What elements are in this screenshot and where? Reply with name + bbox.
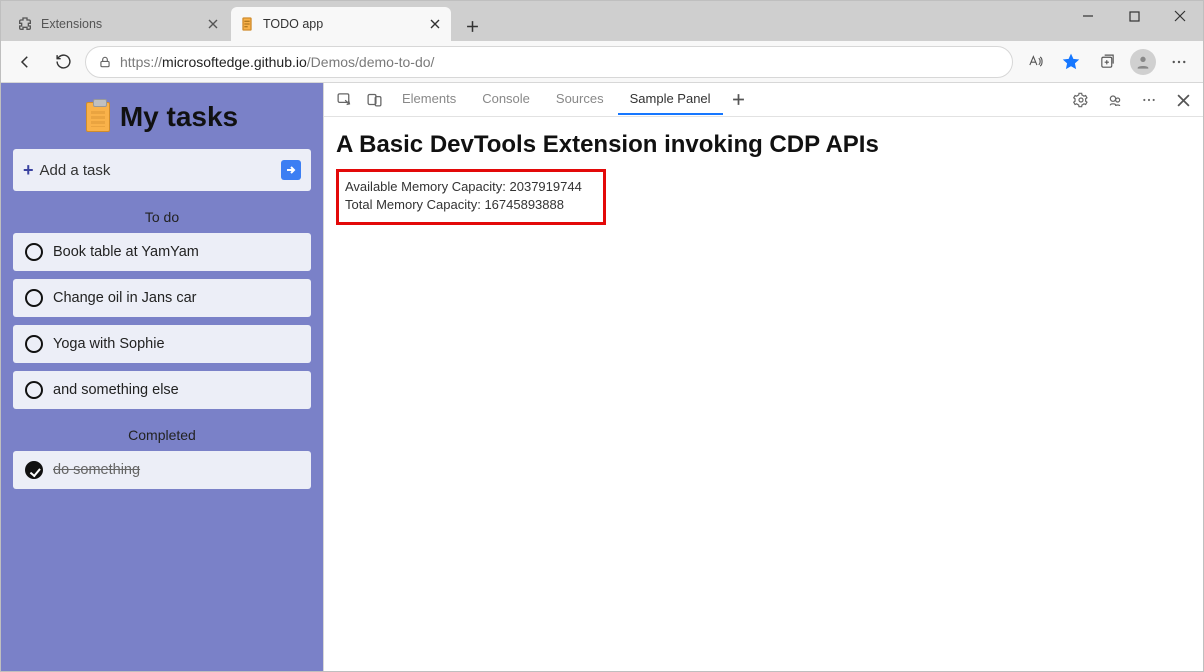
task-text: do something (53, 462, 140, 478)
task-checkbox[interactable] (25, 289, 43, 307)
avatar-icon (1130, 49, 1156, 75)
minimize-button[interactable] (1065, 1, 1111, 31)
document-icon (239, 16, 255, 32)
task-checkbox[interactable] (25, 335, 43, 353)
tab-title: Extensions (41, 17, 205, 31)
memory-readout-highlight: Available Memory Capacity: 2037919744 To… (336, 169, 606, 225)
todo-app: My tasks + Add a task To do Book table a… (1, 83, 323, 671)
task-text: and something else (53, 382, 179, 398)
page-title-text: My tasks (120, 101, 238, 133)
tab-title: TODO app (263, 17, 427, 31)
refresh-button[interactable] (47, 46, 79, 78)
task-text: Book table at YamYam (53, 244, 199, 260)
plus-icon: + (23, 160, 34, 181)
devtools-tab-elements[interactable]: Elements (390, 84, 468, 115)
window-controls (1065, 1, 1203, 41)
extension-heading: A Basic DevTools Extension invoking CDP … (336, 131, 1191, 159)
devtools-tab-console[interactable]: Console (470, 84, 542, 115)
address-bar[interactable]: https://microsoftedge.github.io/Demos/de… (85, 46, 1013, 78)
task-item-completed[interactable]: do something (13, 451, 311, 489)
total-memory-line: Total Memory Capacity: 16745893888 (345, 196, 591, 214)
device-toggle-button[interactable] (360, 86, 388, 114)
task-text: Yoga with Sophie (53, 336, 165, 352)
read-aloud-button[interactable] (1019, 46, 1051, 78)
task-item[interactable]: Yoga with Sophie (13, 325, 311, 363)
devtools-tab-sources[interactable]: Sources (544, 84, 616, 115)
favorite-button[interactable] (1055, 46, 1087, 78)
back-button[interactable] (9, 46, 41, 78)
browser-tab-extensions[interactable]: Extensions (9, 7, 229, 41)
task-checkbox[interactable] (25, 381, 43, 399)
add-task-button[interactable]: + Add a task (13, 149, 311, 191)
devtools-tabbar: Elements Console Sources Sample Panel (324, 83, 1203, 117)
devtools-panel: Elements Console Sources Sample Panel A … (323, 83, 1203, 671)
extension-icon (17, 16, 33, 32)
feedback-icon[interactable] (1101, 86, 1129, 114)
task-checkbox[interactable] (25, 243, 43, 261)
devtools-close-button[interactable] (1169, 86, 1197, 114)
page-title: My tasks (13, 101, 311, 133)
submit-icon[interactable] (281, 160, 301, 180)
devtools-add-tab-button[interactable] (725, 86, 753, 114)
collections-button[interactable] (1091, 46, 1123, 78)
close-tab-button[interactable] (427, 16, 443, 32)
profile-button[interactable] (1127, 46, 1159, 78)
new-tab-button[interactable] (457, 11, 487, 41)
devtools-content: A Basic DevTools Extension invoking CDP … (324, 117, 1203, 239)
add-task-label: Add a task (40, 162, 281, 179)
section-completed-heading: Completed (13, 427, 311, 443)
task-checkbox-checked[interactable] (25, 461, 43, 479)
browser-tabstrip: Extensions TODO app (1, 1, 1203, 41)
browser-toolbar: https://microsoftedge.github.io/Demos/de… (1, 41, 1203, 83)
devtools-tab-sample-panel[interactable]: Sample Panel (618, 84, 723, 115)
close-tab-button[interactable] (205, 16, 221, 32)
more-button[interactable] (1163, 46, 1195, 78)
task-text: Change oil in Jans car (53, 290, 196, 306)
lock-icon (98, 55, 112, 69)
section-todo-heading: To do (13, 209, 311, 225)
browser-tab-todo-app[interactable]: TODO app (231, 7, 451, 41)
available-memory-line: Available Memory Capacity: 2037919744 (345, 178, 591, 196)
task-item[interactable]: and something else (13, 371, 311, 409)
url-text: https://microsoftedge.github.io/Demos/de… (120, 54, 1000, 70)
settings-icon[interactable] (1067, 86, 1095, 114)
clipboard-icon (86, 102, 110, 132)
task-item[interactable]: Book table at YamYam (13, 233, 311, 271)
inspect-element-button[interactable] (330, 86, 358, 114)
task-item[interactable]: Change oil in Jans car (13, 279, 311, 317)
close-window-button[interactable] (1157, 1, 1203, 31)
maximize-button[interactable] (1111, 1, 1157, 31)
devtools-more-button[interactable] (1135, 86, 1163, 114)
